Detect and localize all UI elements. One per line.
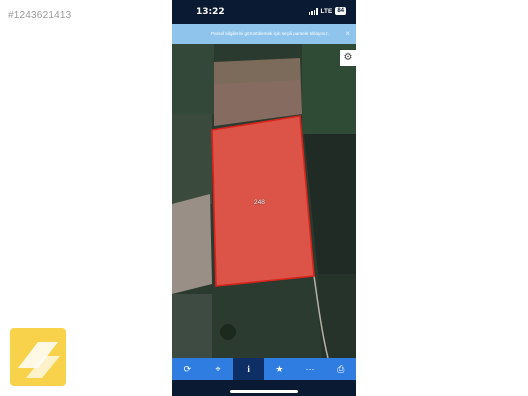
home-indicator[interactable] — [230, 390, 298, 393]
print-icon: ⎙ — [337, 363, 345, 374]
refresh-icon: ⟳ — [183, 363, 192, 374]
field — [172, 114, 212, 204]
field — [212, 280, 322, 358]
banner-text: Parsel bilgilerini görüntülemek için seç… — [211, 31, 329, 36]
home-area — [172, 380, 356, 396]
info-button[interactable]: i — [233, 358, 265, 380]
measure-button[interactable]: ⋯ — [295, 358, 326, 380]
measure-icon: ⋯ — [305, 363, 315, 374]
favorite-button[interactable]: ★ — [264, 358, 295, 380]
brand-logo — [10, 328, 66, 386]
phone-screen: 13:22 LTE 84 Parsel bilgilerini görüntül… — [172, 0, 356, 396]
bottom-toolbar: ⟳ ⌖ i ★ ⋯ ⎙ — [172, 358, 356, 380]
info-banner: Parsel bilgilerini görüntülemek için seç… — [172, 24, 356, 44]
settings-gear-icon[interactable]: ⚙ — [340, 50, 356, 66]
status-time: 13:22 — [196, 7, 225, 17]
field — [172, 44, 214, 114]
network-label: LTE — [320, 7, 333, 15]
field — [172, 294, 212, 358]
signal-icon — [308, 7, 318, 15]
print-button[interactable]: ⎙ — [325, 358, 356, 380]
close-icon[interactable]: × — [345, 24, 350, 44]
parcel-number: 248 — [254, 199, 265, 206]
battery-icon: 84 — [335, 7, 346, 15]
field — [172, 194, 212, 294]
refresh-button[interactable]: ⟳ — [172, 358, 203, 380]
location-icon: ⌖ — [215, 363, 221, 374]
tree — [220, 324, 236, 340]
field — [318, 274, 356, 358]
status-indicators: LTE 84 — [308, 7, 346, 15]
listing-id: #1243621413 — [8, 10, 72, 21]
location-button[interactable]: ⌖ — [203, 358, 234, 380]
star-icon: ★ — [275, 363, 284, 374]
info-icon: i — [247, 364, 250, 374]
status-bar: 13:22 LTE 84 — [172, 0, 356, 24]
